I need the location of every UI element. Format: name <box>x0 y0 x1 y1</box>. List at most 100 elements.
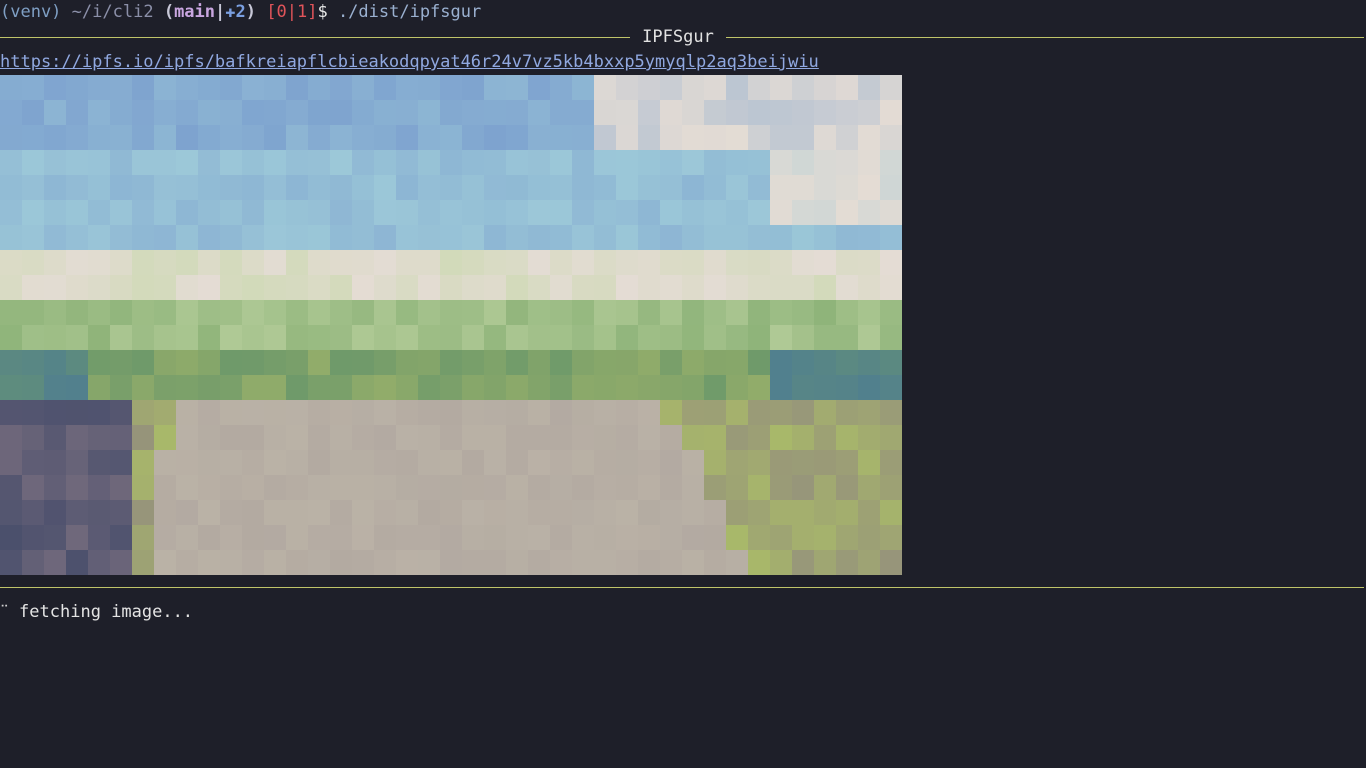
image-pixel <box>594 500 617 526</box>
image-pixel <box>682 75 705 101</box>
image-pixel <box>66 100 89 126</box>
image-pixel <box>308 125 331 151</box>
image-pixel <box>726 475 749 501</box>
image-pixel <box>836 500 859 526</box>
image-pixel <box>616 150 639 176</box>
image-pixel <box>858 525 881 551</box>
image-pixel <box>506 200 529 226</box>
image-pixel <box>440 200 463 226</box>
image-pixel <box>176 125 199 151</box>
image-pixel <box>0 250 23 276</box>
image-pixel <box>484 225 507 251</box>
image-pixel <box>220 200 243 226</box>
git-close-paren: ) <box>245 2 256 22</box>
image-pixel <box>22 300 45 326</box>
image-pixel <box>704 225 727 251</box>
image-pixel <box>594 150 617 176</box>
image-pixel <box>484 150 507 176</box>
image-pixel <box>396 400 419 426</box>
image-pixel <box>330 525 353 551</box>
image-pixel <box>22 175 45 201</box>
image-pixel <box>132 350 155 376</box>
image-pixel <box>308 475 331 501</box>
image-pixel <box>110 225 133 251</box>
image-pixel <box>330 125 353 151</box>
image-pixel <box>506 350 529 376</box>
image-pixel <box>0 300 23 326</box>
image-pixel <box>462 225 485 251</box>
image-pixel <box>198 425 221 451</box>
image-pixel <box>308 375 331 401</box>
image-pixel <box>726 200 749 226</box>
image-pixel <box>770 100 793 126</box>
image-pixel <box>704 300 727 326</box>
image-pixel <box>550 250 573 276</box>
image-pixel <box>352 325 375 351</box>
app-title: IPFSgur <box>642 27 714 47</box>
image-pixel <box>264 425 287 451</box>
image-pixel <box>682 250 705 276</box>
image-pixel <box>374 475 397 501</box>
image-pixel <box>682 325 705 351</box>
git-status: (main|✚2) <box>164 2 256 22</box>
image-pixel <box>858 150 881 176</box>
image-pixel <box>748 250 771 276</box>
image-pixel <box>484 425 507 451</box>
image-pixel <box>374 150 397 176</box>
image-pixel <box>154 150 177 176</box>
ipfs-url-link[interactable]: https://ipfs.io/ipfs/bafkreiapflcbieakod… <box>0 52 819 72</box>
image-pixel <box>396 175 419 201</box>
image-pixel <box>506 400 529 426</box>
image-pixel <box>682 125 705 151</box>
image-pixel <box>198 225 221 251</box>
image-pixel <box>638 125 661 151</box>
image-pixel <box>132 450 155 476</box>
image-pixel <box>704 100 727 126</box>
image-pixel <box>792 200 815 226</box>
image-pixel <box>330 550 353 575</box>
image-pixel <box>66 375 89 401</box>
image-pixel <box>198 375 221 401</box>
image-pixel <box>286 300 309 326</box>
image-pixel <box>594 350 617 376</box>
image-pixel <box>814 75 837 101</box>
terminal-window[interactable]: (venv) ~/i/cli2 (main|✚2) [0|1]$ ./dist/… <box>0 0 1366 768</box>
image-pixel <box>660 500 683 526</box>
image-pixel <box>374 75 397 101</box>
image-pixel <box>44 125 67 151</box>
image-pixel <box>440 400 463 426</box>
image-pixel <box>704 250 727 276</box>
image-pixel <box>748 225 771 251</box>
image-pixel <box>594 300 617 326</box>
image-pixel <box>484 500 507 526</box>
image-pixel <box>0 400 23 426</box>
image-pixel <box>44 375 67 401</box>
image-pixel <box>330 275 353 301</box>
image-pixel <box>22 275 45 301</box>
image-pixel <box>352 125 375 151</box>
image-pixel <box>770 75 793 101</box>
image-pixel <box>880 125 902 151</box>
image-pixel <box>462 75 485 101</box>
image-pixel <box>550 100 573 126</box>
image-pixel <box>462 125 485 151</box>
image-pixel <box>726 425 749 451</box>
image-pixel <box>770 375 793 401</box>
image-pixel <box>572 125 595 151</box>
image-pixel <box>440 425 463 451</box>
image-pixel <box>440 300 463 326</box>
image-pixel <box>308 400 331 426</box>
image-pixel <box>132 425 155 451</box>
image-pixel <box>572 475 595 501</box>
image-pixel <box>550 500 573 526</box>
image-pixel <box>418 75 441 101</box>
image-pixel <box>44 500 67 526</box>
image-pixel <box>132 75 155 101</box>
git-separator: | <box>215 2 226 22</box>
image-pixel <box>770 200 793 226</box>
image-pixel <box>770 500 793 526</box>
image-pixel <box>484 375 507 401</box>
image-pixel <box>220 275 243 301</box>
image-pixel <box>506 125 529 151</box>
image-pixel <box>154 500 177 526</box>
